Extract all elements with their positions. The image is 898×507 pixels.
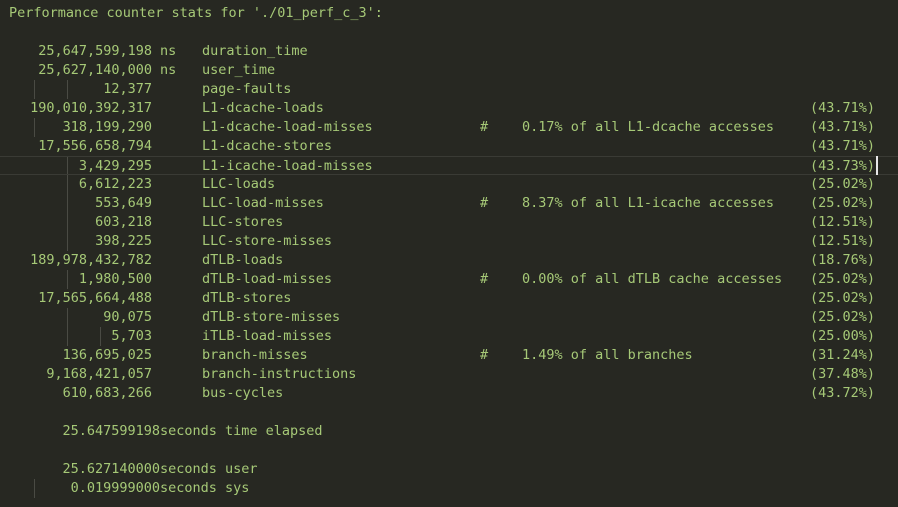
stat-percent: (25.02%) — [810, 290, 876, 306]
stat-row: 25,647,599,198 ns duration_time — [0, 42, 898, 61]
stat-count: 610,683,266 — [62, 385, 152, 401]
stat-count: 553,649 — [95, 195, 152, 211]
stat-event: LLC-store-misses — [202, 233, 333, 249]
summary-elapsed: 25.647599198 seconds time elapsed — [0, 422, 898, 441]
stat-event: dTLB-stores — [202, 290, 292, 306]
stat-hash: # — [480, 195, 489, 211]
stat-percent: (25.02%) — [810, 195, 876, 211]
stat-row: 17,556,658,794 L1-dcache-stores (43.71%) — [0, 137, 898, 156]
stat-row: 190,010,392,317 L1-dcache-loads (43.71%) — [0, 99, 898, 118]
stat-count: 189,978,432,782 — [30, 252, 152, 268]
stat-hash: # — [480, 119, 489, 135]
stat-count: 318,199,290 — [62, 119, 152, 135]
stat-unit: ns — [160, 43, 177, 59]
stat-comment: 8.37% of all L1-icache accesses — [522, 195, 774, 211]
stat-event: L1-icache-load-misses — [202, 158, 373, 174]
stat-percent: (12.51%) — [810, 214, 876, 230]
stat-row: 603,218 LLC-stores (12.51%) — [0, 213, 898, 232]
stat-row: 6,612,223 LLC-loads (25.02%) — [0, 175, 898, 194]
stat-row: 90,075 dTLB-store-misses (25.02%) — [0, 308, 898, 327]
stat-percent: (25.02%) — [810, 271, 876, 287]
summary-user: 25.627140000 seconds user — [0, 460, 898, 479]
stat-percent: (25.02%) — [810, 309, 876, 325]
stat-event: L1-dcache-stores — [202, 138, 333, 154]
summary-label: seconds user — [160, 461, 258, 477]
stat-count: 136,695,025 — [62, 347, 152, 363]
stat-comment: 1.49% of all branches — [522, 347, 693, 363]
stat-event: iTLB-load-misses — [202, 328, 333, 344]
stat-percent: (43.73%) — [810, 158, 876, 174]
stat-row: 318,199,290 L1-dcache-load-misses # 0.17… — [0, 118, 898, 137]
stat-event: LLC-load-misses — [202, 195, 324, 211]
stat-percent: (43.71%) — [810, 100, 876, 116]
stat-count: 5,703 — [111, 328, 152, 344]
stat-row: 189,978,432,782 dTLB-loads (18.76%) — [0, 251, 898, 270]
stat-percent: (31.24%) — [810, 347, 876, 363]
stat-row: 17,565,664,488 dTLB-stores (25.02%) — [0, 289, 898, 308]
stat-event: branch-instructions — [202, 366, 357, 382]
stat-row: 553,649 LLC-load-misses # 8.37% of all L… — [0, 194, 898, 213]
summary-value: 25.627140000 — [62, 461, 160, 477]
stat-hash: # — [480, 347, 489, 363]
stat-percent: (18.76%) — [810, 252, 876, 268]
stat-event: page-faults — [202, 81, 292, 97]
stat-count: 12,377 — [103, 81, 152, 97]
summary-value: 0.019999000 — [70, 480, 160, 496]
summary-value: 25.647599198 — [62, 423, 160, 439]
stat-count: 1,980,500 — [78, 271, 152, 287]
stat-unit: ns — [160, 62, 177, 78]
stat-event: L1-dcache-loads — [202, 100, 324, 116]
stat-count: 6,612,223 — [78, 176, 152, 192]
stat-event: duration_time — [202, 43, 308, 59]
stat-percent: (37.48%) — [810, 366, 876, 382]
summary-sys: 0.019999000 seconds sys — [0, 479, 898, 498]
stat-row: 5,703 iTLB-load-misses (25.00%) — [0, 327, 898, 346]
stat-comment: 0.17% of all L1-dcache accesses — [522, 119, 774, 135]
stat-event: bus-cycles — [202, 385, 284, 401]
stat-row: 398,225 LLC-store-misses (12.51%) — [0, 232, 898, 251]
stat-count: 398,225 — [95, 233, 152, 249]
stat-event: L1-dcache-load-misses — [202, 119, 373, 135]
stat-comment: 0.00% of all dTLB cache accesses — [522, 271, 783, 287]
stat-percent: (25.00%) — [810, 328, 876, 344]
stat-row: 9,168,421,057 branch-instructions (37.48… — [0, 365, 898, 384]
stat-count: 9,168,421,057 — [46, 366, 152, 382]
stat-count: 17,556,658,794 — [38, 138, 152, 154]
header-text: Performance counter stats for './01_perf… — [9, 5, 383, 21]
stat-percent: (12.51%) — [810, 233, 876, 249]
stat-row: 12,377 page-faults — [0, 80, 898, 99]
stat-event: LLC-stores — [202, 214, 284, 230]
stat-event: dTLB-loads — [202, 252, 284, 268]
stat-percent: (25.02%) — [810, 176, 876, 192]
stat-row: 1,980,500 dTLB-load-misses # 0.00% of al… — [0, 270, 898, 289]
stat-row: 25,627,140,000 ns user_time — [0, 61, 898, 80]
stat-event: branch-misses — [202, 347, 308, 363]
header-line: Performance counter stats for './01_perf… — [0, 4, 898, 23]
stat-event: dTLB-load-misses — [202, 271, 333, 287]
stat-row-current: 3,429,295 L1-icache-load-misses (43.73%) — [0, 156, 898, 175]
stat-percent: (43.71%) — [810, 138, 876, 154]
stat-count: 25,647,599,198 — [38, 43, 152, 59]
summary-label: seconds sys — [160, 480, 250, 496]
stat-percent: (43.71%) — [810, 119, 876, 135]
text-cursor — [876, 156, 878, 175]
stat-row: 610,683,266 bus-cycles (43.72%) — [0, 384, 898, 403]
stat-event: user_time — [202, 62, 276, 78]
stat-count: 90,075 — [103, 309, 152, 325]
stat-count: 3,429,295 — [78, 158, 152, 174]
stat-row: 136,695,025 branch-misses # 1.49% of all… — [0, 346, 898, 365]
summary-label: seconds time elapsed — [160, 423, 323, 439]
terminal-output[interactable]: Performance counter stats for './01_perf… — [0, 0, 898, 507]
stat-percent: (43.72%) — [810, 385, 876, 401]
stat-hash: # — [480, 271, 489, 287]
stat-event: dTLB-store-misses — [202, 309, 341, 325]
stat-event: LLC-loads — [202, 176, 276, 192]
stat-count: 190,010,392,317 — [30, 100, 152, 116]
stat-count: 25,627,140,000 — [38, 62, 152, 78]
stat-count: 17,565,664,488 — [38, 290, 152, 306]
stat-count: 603,218 — [95, 214, 152, 230]
